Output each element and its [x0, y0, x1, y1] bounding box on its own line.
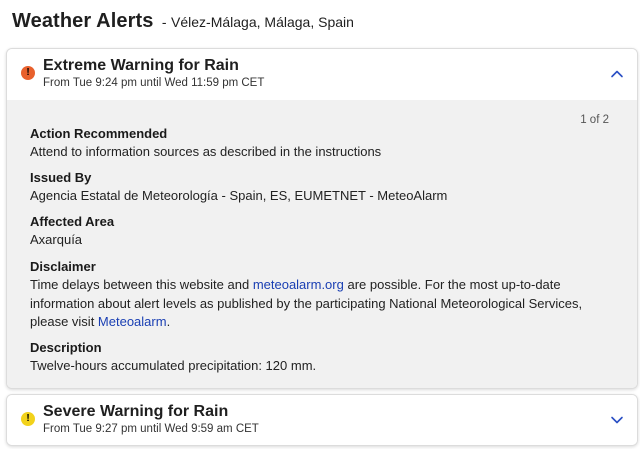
alert-title: Extreme Warning for Rain — [43, 57, 239, 74]
section-action-recommended: Action Recommended Attend to information… — [30, 126, 620, 162]
section-text: Twelve-hours accumulated precipitation: … — [30, 358, 317, 373]
section-description: Description Twelve-hours accumulated pre… — [30, 340, 620, 376]
section-label: Disclaimer — [30, 259, 96, 274]
meteoalarm-org-link[interactable]: meteoalarm.org — [253, 277, 344, 292]
alert-card-severe-rain: ! Severe Warning for Rain From Tue 9:27 … — [6, 394, 638, 446]
section-affected-area: Affected Area Axarquía — [30, 214, 620, 250]
section-issued-by: Issued By Agencia Estatal de Meteorologí… — [30, 170, 620, 206]
meteoalarm-link[interactable]: Meteoalarm — [98, 314, 167, 329]
alert-details: 1 of 2 Action Recommended Attend to info… — [7, 100, 637, 388]
section-label: Description — [30, 340, 102, 355]
disclaimer-text-start: Time delays between this website and — [30, 277, 253, 292]
exclamation-icon: ! — [21, 66, 35, 80]
chevron-down-icon[interactable] — [609, 412, 625, 428]
title-separator: - — [161, 14, 167, 30]
pagination-label: 1 of 2 — [580, 114, 609, 126]
alert-title: Severe Warning for Rain — [43, 403, 229, 420]
disclaimer-text: Time delays between this website and met… — [30, 276, 620, 332]
section-label: Affected Area — [30, 214, 115, 229]
alert-time: From Tue 9:24 pm until Wed 11:59 pm CET — [43, 77, 265, 89]
section-label: Action Recommended — [30, 126, 168, 141]
section-text: Agencia Estatal de Meteorología - Spain,… — [30, 188, 448, 203]
alert-header-severe-rain[interactable]: ! Severe Warning for Rain From Tue 9:27 … — [7, 395, 637, 445]
location-label: Vélez-Málaga, Málaga, Spain — [171, 14, 354, 30]
section-disclaimer: Disclaimer Time delays between this webs… — [30, 259, 620, 332]
exclamation-icon: ! — [21, 412, 35, 426]
section-text: Axarquía — [30, 232, 83, 247]
chevron-up-icon[interactable] — [609, 66, 625, 82]
alert-time: From Tue 9:27 pm until Wed 9:59 am CET — [43, 423, 259, 435]
alert-card-extreme-rain: ! Extreme Warning for Rain From Tue 9:24… — [6, 48, 638, 389]
section-text: Attend to information sources as describ… — [30, 144, 382, 159]
section-label: Issued By — [30, 170, 92, 185]
alert-header-extreme-rain[interactable]: ! Extreme Warning for Rain From Tue 9:24… — [7, 49, 637, 99]
page-title: Weather Alerts — [12, 10, 154, 32]
page-header: Weather Alerts - Vélez-Málaga, Málaga, S… — [12, 10, 354, 33]
disclaimer-text-end: . — [166, 314, 171, 329]
